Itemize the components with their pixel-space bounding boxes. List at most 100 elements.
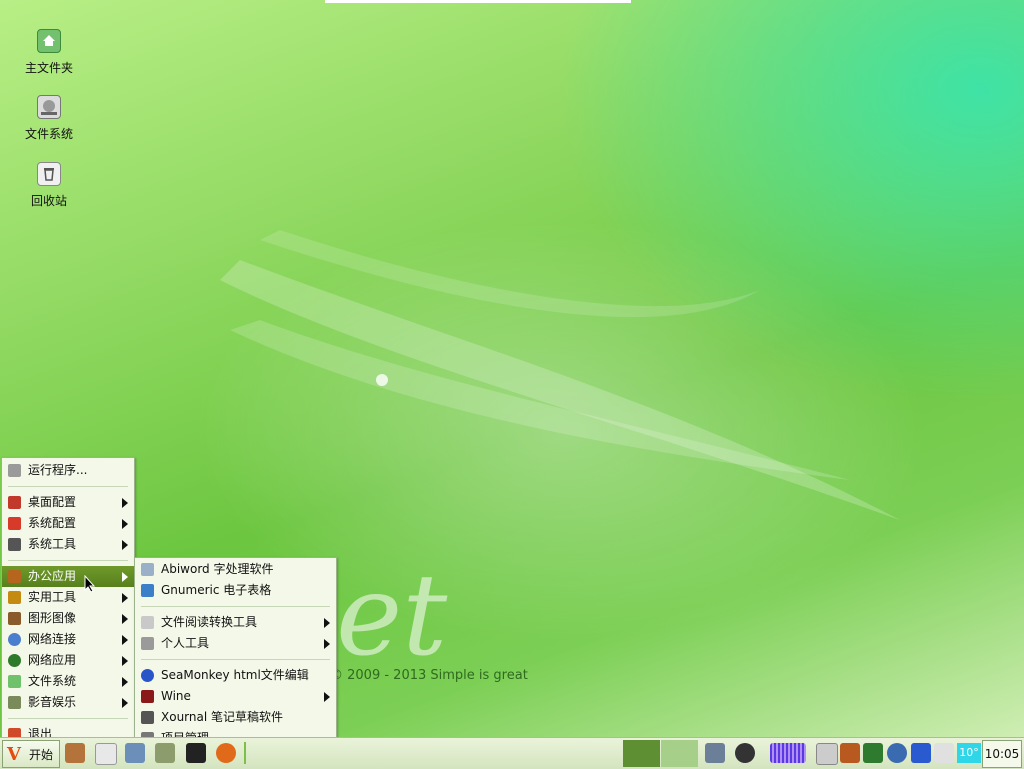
menu-item-wine[interactable]: Wine: [135, 686, 336, 707]
submenu-arrow-icon: [122, 698, 128, 708]
menu-item-abiword[interactable]: Abiword 字处理软件: [135, 559, 336, 580]
clock[interactable]: 10:05: [982, 740, 1022, 768]
menu-item-label: 文件系统: [28, 674, 77, 688]
power-icon[interactable]: [911, 743, 931, 763]
submenu-arrow-icon: [122, 656, 128, 666]
desktop-icon-home[interactable]: 主文件夹: [9, 29, 89, 76]
firefox-icon[interactable]: [216, 743, 236, 763]
home-folder-icon: [37, 29, 61, 53]
document-reader-icon: [141, 616, 154, 629]
volume-icon[interactable]: [934, 743, 954, 763]
update-icon[interactable]: [887, 743, 907, 763]
start-button[interactable]: V 开始: [2, 740, 60, 768]
settings-tools-icon[interactable]: [125, 743, 145, 763]
submenu-arrow-icon: [122, 498, 128, 508]
menu-item-network-apps[interactable]: 网络应用: [2, 650, 134, 671]
menu-item-label: 图形图像: [28, 611, 77, 625]
submenu-arrow-icon: [122, 677, 128, 687]
workspace-1[interactable]: [623, 740, 660, 767]
cpu-monitor-icon: [770, 743, 806, 763]
office-submenu: Abiword 字处理软件 Gnumeric 电子表格 文件阅读转换工具 个人工…: [134, 557, 337, 745]
menu-item-label: 文件阅读转换工具: [161, 615, 258, 629]
menu-item-desktop-config[interactable]: 桌面配置: [2, 492, 134, 513]
camera-icon[interactable]: [735, 743, 755, 763]
menu-item-personal-tools[interactable]: 个人工具: [135, 633, 336, 654]
menu-separator: [8, 560, 128, 561]
menu-item-label: 运行程序...: [28, 463, 88, 477]
submenu-arrow-icon: [324, 618, 330, 628]
desktop-icon-trash[interactable]: 回收站: [9, 162, 89, 209]
multimedia-icon: [8, 696, 21, 709]
stack-icon[interactable]: [863, 743, 883, 763]
menu-item-graphics[interactable]: 图形图像: [2, 608, 134, 629]
menu-item-label: 系统配置: [28, 516, 77, 530]
menu-item-xournal[interactable]: Xournal 笔记草稿软件: [135, 707, 336, 728]
menu-item-label: 桌面配置: [28, 495, 77, 509]
wine-glass-icon: [141, 690, 154, 703]
desktop-icon-label: 文件系统: [24, 127, 73, 141]
menu-item-label: 网络连接: [28, 632, 77, 646]
menu-item-label: 个人工具: [161, 636, 210, 650]
utilities-icon: [8, 591, 21, 604]
menu-separator: [8, 718, 128, 719]
seamonkey-icon: [141, 669, 154, 682]
network-apps-icon: [8, 654, 21, 667]
wallpaper-brand: et: [336, 551, 536, 681]
wallpaper-copyright: © 2009 - 2013 Simple is great: [330, 668, 528, 683]
submenu-arrow-icon: [122, 635, 128, 645]
menu-item-label: 系统工具: [28, 537, 77, 551]
gnumeric-icon: [141, 584, 154, 597]
wallpaper-swoosh: [220, 230, 900, 520]
submenu-arrow-icon: [122, 593, 128, 603]
workspace-2[interactable]: [661, 740, 698, 767]
menu-separator: [141, 659, 330, 660]
menu-item-office[interactable]: 办公应用: [2, 566, 134, 587]
submenu-arrow-icon: [324, 639, 330, 649]
puppy-icon[interactable]: [95, 743, 117, 765]
taskbar: V 开始 10° 10:05: [0, 737, 1024, 769]
start-label: 开始: [29, 748, 54, 762]
temperature-indicator: 10°: [957, 743, 981, 763]
terminal-icon[interactable]: [186, 743, 206, 763]
submenu-arrow-icon: [122, 540, 128, 550]
run-gears-icon: [8, 464, 21, 477]
submenu-arrow-icon: [122, 519, 128, 529]
submenu-arrow-icon: [122, 572, 128, 582]
menu-item-label: Xournal 笔记草稿软件: [161, 710, 283, 724]
start-menu: 运行程序... 桌面配置 系统配置 系统工具 办公应用 实用工具 图形图像 网络…: [1, 457, 135, 741]
office-icon: [8, 570, 21, 583]
start-logo-icon: V: [7, 744, 21, 765]
hammer-tool-icon[interactable]: [65, 743, 85, 763]
menu-item-system-tools[interactable]: 系统工具: [2, 534, 134, 555]
menu-item-gnumeric[interactable]: Gnumeric 电子表格: [135, 580, 336, 601]
graphics-icon: [8, 612, 21, 625]
menu-item-network-connect[interactable]: 网络连接: [2, 629, 134, 650]
menu-item-seamonkey[interactable]: SeaMonkey html文件编辑: [135, 665, 336, 686]
desktop-config-icon: [8, 496, 21, 509]
keyboard-icon[interactable]: [816, 743, 838, 765]
trash-icon: [37, 162, 61, 186]
menu-item-label: 影音娱乐: [28, 695, 77, 709]
image-viewer-icon[interactable]: [155, 743, 175, 763]
menu-item-label: Gnumeric 电子表格: [161, 583, 272, 597]
desktop-icon-filesystem[interactable]: 文件系统: [9, 95, 89, 142]
menu-item-system-config[interactable]: 系统配置: [2, 513, 134, 534]
taskbar-divider: [244, 742, 246, 764]
submenu-arrow-icon: [122, 614, 128, 624]
network-status-icon[interactable]: [840, 743, 860, 763]
abiword-icon: [141, 563, 154, 576]
menu-item-utilities[interactable]: 实用工具: [2, 587, 134, 608]
screenshot-icon[interactable]: [705, 743, 725, 763]
network-connect-icon: [8, 633, 21, 646]
menu-item-multimedia[interactable]: 影音娱乐: [2, 692, 134, 713]
personal-tools-icon: [141, 637, 154, 650]
menu-separator: [8, 486, 128, 487]
menu-separator: [141, 606, 330, 607]
menu-item-document-reader[interactable]: 文件阅读转换工具: [135, 612, 336, 633]
system-tools-icon: [8, 538, 21, 551]
menu-item-filesystem[interactable]: 文件系统: [2, 671, 134, 692]
brand-logo: et: [336, 551, 448, 681]
drive-icon: [37, 95, 61, 119]
menu-item-run[interactable]: 运行程序...: [2, 460, 134, 481]
menu-item-label: 办公应用: [28, 569, 77, 583]
